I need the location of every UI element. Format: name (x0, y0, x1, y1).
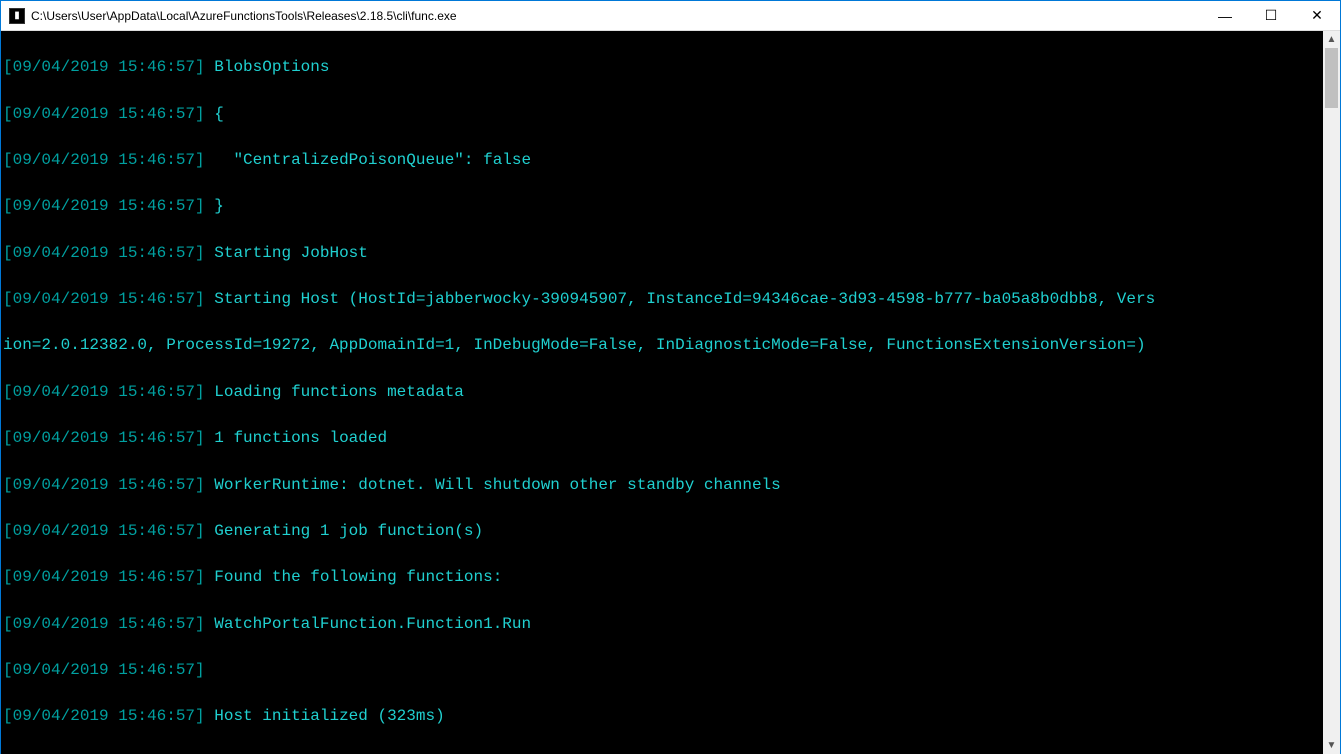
scroll-down-button[interactable]: ▼ (1323, 737, 1340, 754)
log-message-wrap: ion=2.0.12382.0, ProcessId=19272, AppDom… (3, 336, 1146, 354)
log-timestamp: [09/04/2019 15:46:57] (3, 383, 205, 401)
log-timestamp: [09/04/2019 15:46:57] (3, 707, 205, 725)
log-message: Generating 1 job function(s) (214, 522, 483, 540)
maximize-button[interactable]: ☐ (1248, 1, 1294, 30)
close-button[interactable]: ✕ (1294, 1, 1340, 30)
window-controls: — ☐ ✕ (1202, 1, 1340, 30)
scroll-up-button[interactable]: ▲ (1323, 31, 1340, 48)
log-message: } (214, 197, 224, 215)
log-message: Loading functions metadata (214, 383, 464, 401)
log-message: Host initialized (323ms) (214, 707, 444, 725)
log-timestamp: [09/04/2019 15:46:57] (3, 151, 205, 169)
app-icon: ▮ (9, 8, 25, 24)
log-timestamp: [09/04/2019 15:46:57] (3, 105, 205, 123)
log-message: WatchPortalFunction.Function1.Run (214, 615, 531, 633)
console-output[interactable]: [09/04/2019 15:46:57] BlobsOptions [09/0… (1, 31, 1323, 754)
log-message: Starting JobHost (214, 244, 368, 262)
log-timestamp: [09/04/2019 15:46:57] (3, 615, 205, 633)
log-message: { (214, 105, 224, 123)
log-timestamp: [09/04/2019 15:46:57] (3, 197, 205, 215)
log-timestamp: [09/04/2019 15:46:57] (3, 290, 205, 308)
log-timestamp: [09/04/2019 15:46:57] (3, 58, 205, 76)
log-message: 1 functions loaded (214, 429, 387, 447)
window-titlebar: ▮ C:\Users\User\AppData\Local\AzureFunct… (1, 1, 1340, 31)
window-title: C:\Users\User\AppData\Local\AzureFunctio… (31, 9, 1202, 23)
log-timestamp: [09/04/2019 15:46:57] (3, 522, 205, 540)
log-timestamp: [09/04/2019 15:46:57] (3, 476, 205, 494)
log-timestamp: [09/04/2019 15:46:57] (3, 244, 205, 262)
log-message: Starting Host (HostId=jabberwocky-390945… (214, 290, 1155, 308)
log-message: BlobsOptions (214, 58, 329, 76)
log-timestamp: [09/04/2019 15:46:57] (3, 429, 205, 447)
log-message: "CentralizedPoisonQueue": false (214, 151, 531, 169)
log-message: WorkerRuntime: dotnet. Will shutdown oth… (214, 476, 781, 494)
scroll-track[interactable] (1323, 48, 1340, 737)
vertical-scrollbar[interactable]: ▲ ▼ (1323, 31, 1340, 754)
scroll-thumb[interactable] (1325, 48, 1338, 108)
log-timestamp: [09/04/2019 15:46:57] (3, 661, 205, 679)
log-timestamp: [09/04/2019 15:46:57] (3, 568, 205, 586)
minimize-button[interactable]: — (1202, 1, 1248, 30)
log-message: Found the following functions: (214, 568, 502, 586)
